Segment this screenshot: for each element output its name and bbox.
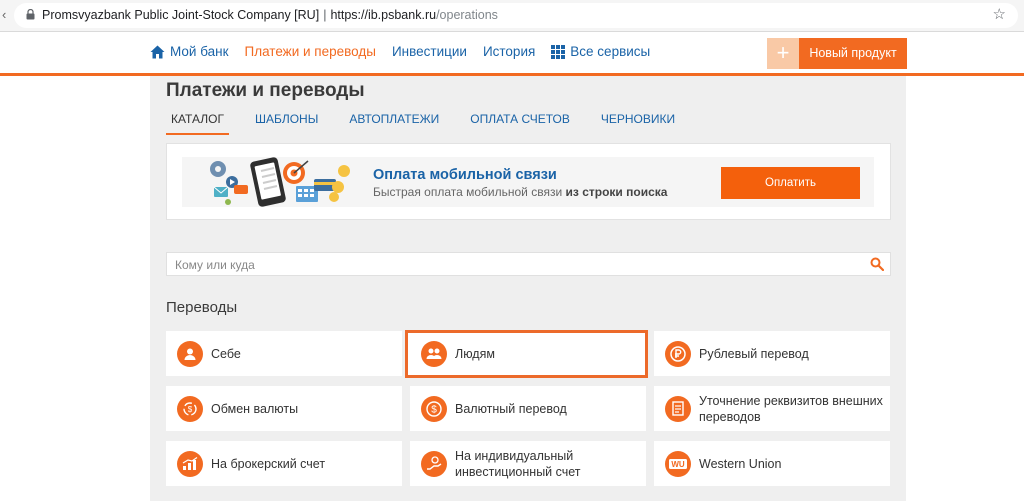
transfers-section-title: Переводы xyxy=(166,299,238,316)
grid-icon xyxy=(551,44,566,59)
url-text: Promsvyazbank Public Joint-Stock Company… xyxy=(42,8,498,22)
nav-investments-label: Инвестиции xyxy=(391,44,467,59)
document-icon xyxy=(665,395,691,422)
transfer-tile-label: Рублевый перевод xyxy=(699,346,809,361)
banner-subtitle-bold: из строки поиска xyxy=(565,185,668,199)
main-content xyxy=(150,76,906,501)
url-path: /operations xyxy=(436,8,498,22)
chart-icon xyxy=(177,450,203,477)
banner-title: Оплата мобильной связи xyxy=(373,167,557,183)
transfer-tile-iis[interactable]: На индивидуальный инвестиционный счет xyxy=(410,441,646,486)
nav-history[interactable]: История xyxy=(483,44,535,59)
ruble-icon xyxy=(665,340,691,367)
url-domain: https://ib.psbank.ru xyxy=(330,8,437,22)
person-icon xyxy=(177,340,203,367)
url-host: Promsvyazbank Public Joint-Stock Company… xyxy=(42,8,320,22)
transfer-tile-self[interactable]: Себе xyxy=(166,331,402,376)
transfer-tile-exchange[interactable]: $ Обмен валюты xyxy=(166,386,402,431)
currency-exchange-icon: $ xyxy=(177,395,203,422)
pay-button[interactable]: Оплатить xyxy=(721,167,860,199)
plus-icon: + xyxy=(767,38,799,69)
transfer-tile-label: На брокерский счет xyxy=(211,456,326,471)
transfer-tile-label: Уточнение реквизитов внешних переводов xyxy=(699,393,883,424)
search-box xyxy=(166,252,891,276)
transfer-tile-western-union[interactable]: WU Western Union xyxy=(654,441,890,486)
lock-icon xyxy=(26,9,35,20)
tab-autopayments[interactable]: АВТОПЛАТЕЖИ xyxy=(344,112,444,135)
transfer-tile-label: Людям xyxy=(455,347,495,361)
bookmark-star-icon[interactable]: ☆ xyxy=(993,5,1006,23)
tab-bill-payment[interactable]: ОПЛАТА СЧЕТОВ xyxy=(465,112,575,135)
transfer-tile-label: На индивидуальный инвестиционный счет xyxy=(455,448,581,479)
new-product-label: Новый продукт xyxy=(799,38,907,69)
tab-drafts[interactable]: ЧЕРНОВИКИ xyxy=(596,112,680,135)
nav-all-services-label: Все сервисы xyxy=(570,44,651,59)
investment-icon xyxy=(421,450,447,477)
nav-payments-label: Платежи и переводы xyxy=(244,44,376,59)
tabs: КАТАЛОГ ШАБЛОНЫ АВТОПЛАТЕЖИ ОПЛАТА СЧЕТО… xyxy=(166,112,701,135)
search-icon[interactable] xyxy=(870,257,884,271)
transfer-tile-label: Валютный перевод xyxy=(455,401,567,416)
search-input[interactable] xyxy=(175,256,855,273)
transfer-tile-currency[interactable]: $ Валютный перевод xyxy=(410,386,646,431)
people-icon xyxy=(421,341,447,367)
banner-subtitle-text: Быстрая оплата мобильной связи xyxy=(373,185,563,199)
back-arrow-icon[interactable]: ‹ xyxy=(2,7,6,22)
nav-my-bank-label: Мой банк xyxy=(170,44,229,59)
nav-history-label: История xyxy=(482,44,536,59)
svg-text:$: $ xyxy=(188,405,193,414)
transfer-tile-broker[interactable]: На брокерский счет xyxy=(166,441,402,486)
banner-subtitle: Быстрая оплата мобильной связи из строки… xyxy=(373,185,667,199)
nav-all-services[interactable]: Все сервисы xyxy=(551,44,650,59)
tab-catalog[interactable]: КАТАЛОГ xyxy=(166,112,229,135)
page-title: Платежи и переводы xyxy=(166,80,365,101)
mobile-payment-illustration xyxy=(210,157,350,207)
tab-templates[interactable]: ШАБЛОНЫ xyxy=(250,112,323,135)
url-separator: | xyxy=(323,8,327,22)
transfer-tile-ruble[interactable]: Рублевый перевод xyxy=(654,331,890,376)
url-field[interactable]: Promsvyazbank Public Joint-Stock Company… xyxy=(14,3,1018,28)
site-header: Мой банк Платежи и переводы Инвестиции И… xyxy=(0,32,1024,76)
dollar-icon: $ xyxy=(421,395,447,422)
transfer-tile-label: Western Union xyxy=(699,456,782,471)
western-union-icon: WU xyxy=(665,450,691,477)
nav-payments[interactable]: Платежи и переводы xyxy=(245,44,376,59)
transfer-tile-label: Себе xyxy=(211,346,241,361)
home-icon xyxy=(150,45,165,58)
svg-text:$: $ xyxy=(431,404,437,415)
nav-my-bank[interactable]: Мой банк xyxy=(150,44,229,59)
nav-investments[interactable]: Инвестиции xyxy=(392,44,467,59)
browser-address-bar: ‹ Promsvyazbank Public Joint-Stock Compa… xyxy=(0,0,1024,32)
svg-text:WU: WU xyxy=(671,460,685,469)
transfer-tile-label: Обмен валюты xyxy=(211,401,299,416)
new-product-button[interactable]: + Новый продукт xyxy=(767,38,907,69)
transfer-tile-people[interactable]: Людям xyxy=(405,330,648,378)
main-nav: Мой банк Платежи и переводы Инвестиции И… xyxy=(150,44,666,59)
transfer-tile-details[interactable]: Уточнение реквизитов внешних переводов xyxy=(654,386,890,431)
